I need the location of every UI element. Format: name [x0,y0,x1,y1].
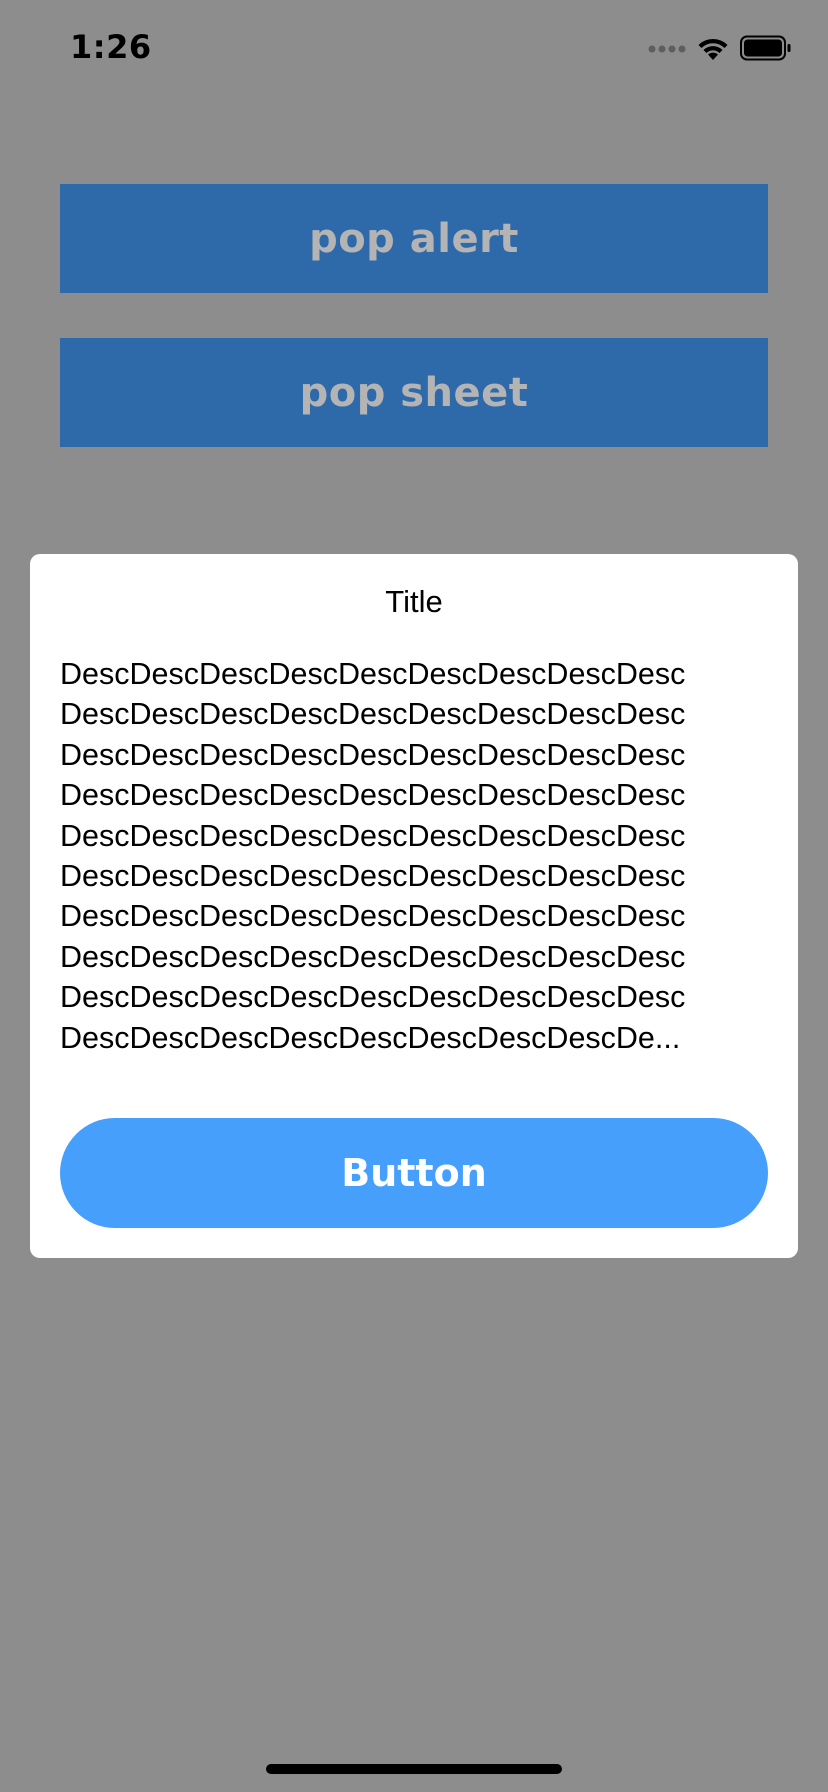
alert-action-button[interactable]: Button [60,1118,768,1228]
home-indicator[interactable] [266,1764,562,1774]
description-line: DescDescDescDescDescDescDescDescDesc [60,818,686,853]
status-bar: 1:26 [0,0,828,100]
description-line: DescDescDescDescDescDescDescDescDesc [60,899,686,934]
status-icons [648,35,792,66]
description-line: DescDescDescDescDescDescDescDescDesc [60,778,686,813]
alert-dialog: Title DescDescDescDescDescDescDescDescDe… [30,554,798,1258]
alert-description: DescDescDescDescDescDescDescDescDesc Des… [60,654,770,1058]
description-line: DescDescDescDescDescDescDescDescDesc [60,859,686,894]
pop-sheet-button[interactable]: pop sheet [60,338,768,447]
description-line: DescDescDescDescDescDescDescDescDesc [60,657,686,691]
wifi-icon [696,35,730,66]
description-line: DescDescDescDescDescDescDescDescDesc [60,939,686,974]
status-time: 1:26 [70,28,152,66]
description-line: DescDescDescDescDescDescDescDescDe... [60,1020,681,1055]
description-line: DescDescDescDescDescDescDescDescDesc [60,697,686,732]
pop-alert-button[interactable]: pop alert [60,184,768,293]
description-line: DescDescDescDescDescDescDescDescDesc [60,737,686,772]
alert-title: Title [385,584,443,619]
battery-icon [740,35,792,66]
description-line: DescDescDescDescDescDescDescDescDesc [60,980,686,1015]
signal-dots-icon [648,41,686,59]
